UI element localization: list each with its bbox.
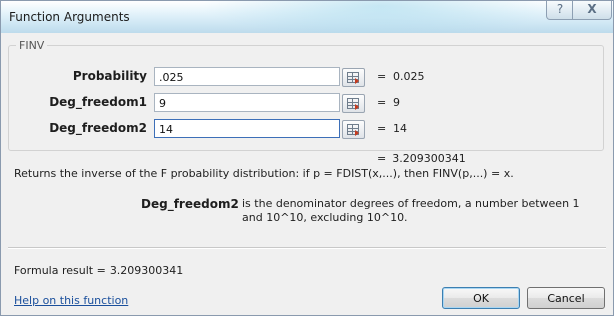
function-result-equals: = (377, 152, 387, 165)
probability-evaluated: 0.025 (393, 70, 425, 83)
deg-freedom2-collapse-button[interactable] (342, 120, 365, 139)
probability-label: Probability (72, 69, 147, 83)
help-on-function-link[interactable]: Help on this function (14, 294, 128, 307)
deg-freedom2-equals: = (377, 122, 387, 135)
close-icon: X (587, 2, 597, 16)
deg-freedom1-equals: = (377, 96, 387, 109)
collapse-arrow-icon (355, 78, 359, 84)
deg-freedom1-evaluated: 9 (393, 96, 400, 109)
help-button[interactable]: ? (546, 1, 574, 20)
deg-freedom2-evaluated: 14 (393, 122, 407, 135)
collapse-arrow-icon (355, 104, 359, 110)
param-name: Deg_freedom2 (141, 197, 239, 211)
function-description: Returns the inverse of the F probability… (14, 167, 514, 180)
param-description: is the denominator degrees of freedom, a… (242, 197, 580, 224)
deg-freedom2-input[interactable]: 14 (154, 119, 340, 138)
probability-equals: = (377, 70, 387, 83)
title-bar-decoration (201, 1, 561, 33)
title-bar: Function Arguments ? X (1, 1, 613, 33)
collapse-arrow-icon (355, 130, 359, 136)
function-name: FINV (16, 39, 48, 52)
deg-freedom1-collapse-button[interactable] (342, 94, 365, 113)
question-icon: ? (556, 2, 564, 16)
function-result: = 3.209300341 (377, 152, 466, 165)
ok-button[interactable]: OK (442, 287, 520, 309)
window-title: Function Arguments (9, 10, 130, 24)
probability-collapse-button[interactable] (342, 68, 365, 87)
divider (8, 247, 606, 249)
close-button[interactable]: X (572, 1, 612, 20)
function-arguments-dialog: Function Arguments ? X FINV Probability … (0, 0, 614, 316)
deg-freedom1-input[interactable]: 9 (154, 93, 340, 112)
function-result-value: 3.209300341 (392, 152, 466, 165)
probability-input[interactable]: .025 (154, 67, 340, 86)
formula-result-label: Formula result = (14, 264, 106, 277)
formula-result: Formula result = 3.209300341 (14, 264, 183, 277)
formula-result-value: 3.209300341 (109, 264, 184, 277)
deg-freedom2-label: Deg_freedom2 (49, 121, 147, 135)
cancel-button[interactable]: Cancel (527, 287, 605, 309)
deg-freedom1-label: Deg_freedom1 (49, 95, 147, 109)
